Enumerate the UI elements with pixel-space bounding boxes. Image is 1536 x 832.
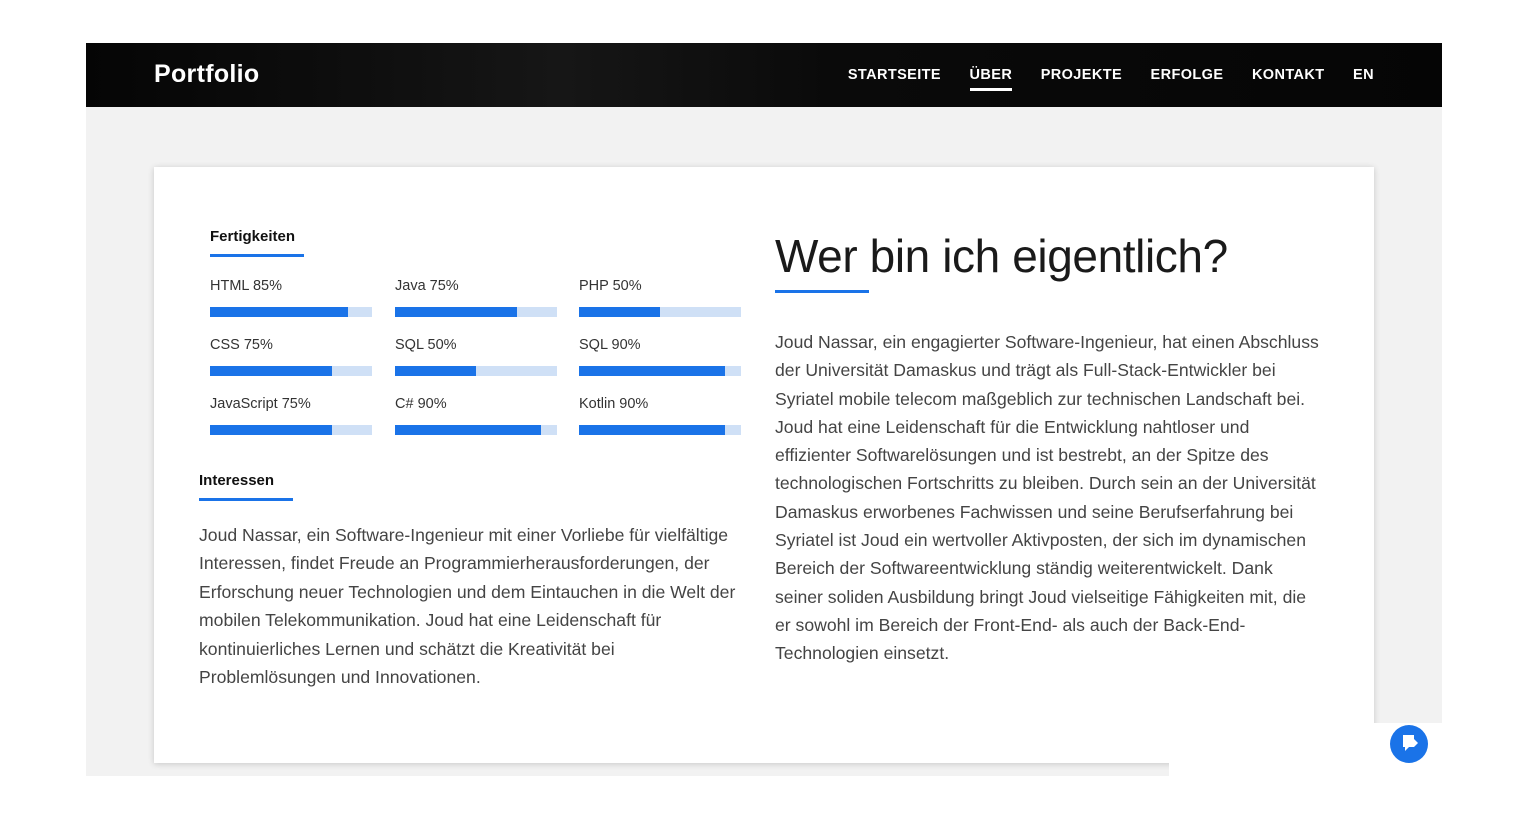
skill-html: HTML 85% <box>210 278 372 317</box>
skill-bar-fill <box>210 366 332 376</box>
skill-bar-track <box>579 425 741 435</box>
skill-php: PHP 50% <box>579 278 741 317</box>
chat-icon <box>1403 735 1418 751</box>
interests-title-text: Interessen <box>199 472 275 489</box>
nav-links: STARTSEITE ÜBER PROJEKTE ERFOLGE KONTAKT… <box>819 43 1374 107</box>
chat-widget-button[interactable] <box>1390 725 1428 763</box>
skill-label: C# 90% <box>395 396 447 412</box>
skill-bar-fill <box>579 307 660 317</box>
skills-title: Fertigkeiten <box>210 228 304 257</box>
skill-bar-track <box>395 425 557 435</box>
skill-csharp: C# 90% <box>395 396 557 435</box>
skill-label: Kotlin 90% <box>579 396 649 412</box>
skill-bar-fill <box>395 366 476 376</box>
skill-bar-track <box>395 307 557 317</box>
skill-label: SQL 90% <box>579 337 641 353</box>
nav-link-ueber[interactable]: ÜBER <box>969 67 1013 91</box>
skill-css: CSS 75% <box>210 337 372 376</box>
skill-label: CSS 75% <box>210 337 273 353</box>
brand-logo[interactable]: Portfolio <box>154 60 259 89</box>
skill-label: SQL 50% <box>395 337 457 353</box>
interests-paragraph: Joud Nassar, ein Software-Ingenieur mit … <box>199 525 736 688</box>
skill-javascript: JavaScript 75% <box>210 396 372 435</box>
skill-bar-track <box>579 366 741 376</box>
skill-label: Java 75% <box>395 278 459 294</box>
skill-kotlin: Kotlin 90% <box>579 396 741 435</box>
skill-bar-fill <box>395 425 541 435</box>
skill-bar-track <box>579 307 741 317</box>
skill-label: PHP 50% <box>579 278 642 294</box>
skill-bar-fill <box>395 307 517 317</box>
navbar: Portfolio STARTSEITE ÜBER PROJEKTE ERFOL… <box>86 43 1442 107</box>
about-heading: Wer bin ich eigentlich? <box>775 230 1228 282</box>
browser-viewport: Portfolio STARTSEITE ÜBER PROJEKTE ERFOL… <box>86 43 1442 776</box>
skill-bar-track <box>210 425 372 435</box>
interests-title-underline <box>199 498 293 501</box>
skill-sql-2: SQL 90% <box>579 337 741 376</box>
skill-bar-track <box>210 366 372 376</box>
skill-bar-track <box>395 366 557 376</box>
about-heading-underline <box>775 290 869 293</box>
skill-bar-fill <box>579 366 725 376</box>
skill-bar-fill <box>210 307 348 317</box>
about-paragraph: Joud Nassar, ein engagierter Software-In… <box>775 332 1319 664</box>
about-card: Fertigkeiten HTML 85% Java 75% PHP 50% C… <box>154 167 1374 763</box>
skills-title-underline <box>210 254 304 257</box>
language-switch[interactable]: EN <box>1353 67 1374 83</box>
skill-java: Java 75% <box>395 278 557 317</box>
nav-link-projekte[interactable]: PROJEKTE <box>1041 67 1122 83</box>
skill-bar-track <box>210 307 372 317</box>
skill-sql-1: SQL 50% <box>395 337 557 376</box>
nav-link-erfolge[interactable]: ERFOLGE <box>1151 67 1224 83</box>
nav-link-kontakt[interactable]: KONTAKT <box>1252 67 1325 83</box>
skill-bar-fill <box>210 425 332 435</box>
skills-title-text: Fertigkeiten <box>210 228 296 245</box>
skill-bar-fill <box>579 425 725 435</box>
interests-title: Interessen <box>199 472 293 501</box>
skill-label: JavaScript 75% <box>210 396 311 412</box>
skill-label: HTML 85% <box>210 278 282 294</box>
nav-link-startseite[interactable]: STARTSEITE <box>848 67 941 83</box>
